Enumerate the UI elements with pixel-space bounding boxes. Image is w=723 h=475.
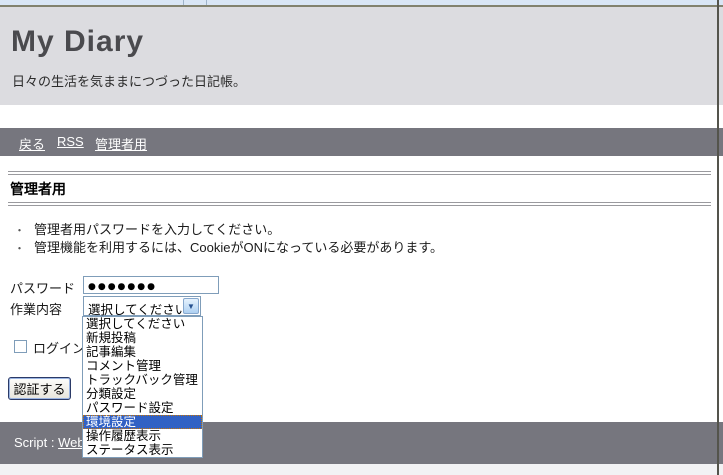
dropdown-option[interactable]: ステータス表示: [83, 443, 202, 457]
heading-rule-bottom: [8, 202, 711, 206]
note-item: ・管理者用パスワードを入力してください。: [14, 219, 280, 238]
footer-script-link[interactable]: Web: [58, 435, 85, 450]
site-subtitle: 日々の生活を気ままにつづった日記帳。: [12, 71, 246, 90]
chevron-down-icon[interactable]: ▼: [183, 298, 199, 314]
site-title: My Diary: [11, 25, 144, 59]
dropdown-option[interactable]: 操作履歴表示: [83, 429, 202, 443]
password-label: パスワード: [10, 278, 75, 297]
admin-login-page: My Diary 日々の生活を気ままにつづった日記帳。 戻る RSS 管理者用 …: [0, 0, 723, 475]
note-text: 管理機能を利用するには、CookieがONになっている必要があります。: [34, 240, 443, 255]
dropdown-option[interactable]: トラックバック管理: [83, 373, 202, 387]
dropdown-option[interactable]: 選択してください: [83, 317, 202, 331]
nav-link-admin[interactable]: 管理者用: [95, 134, 147, 153]
bottom-strip: [0, 464, 723, 475]
authenticate-button[interactable]: 認証する: [8, 377, 71, 400]
dropdown-option-highlighted[interactable]: 環境設定: [83, 415, 202, 429]
footer-prefix: Script :: [14, 435, 58, 450]
heading-rule-top: [8, 171, 711, 175]
bullet-glyph: ・: [14, 225, 25, 237]
task-select[interactable]: 選択してください ▼: [83, 296, 201, 316]
login-checkbox-label: ログイン: [33, 338, 85, 357]
nav-bar: 戻る RSS 管理者用: [0, 128, 723, 156]
page-header: My Diary 日々の生活を気ままにつづった日記帳。: [0, 7, 723, 105]
bullet-glyph: ・: [14, 243, 25, 255]
task-label: 作業内容: [10, 299, 62, 318]
dropdown-option[interactable]: 分類設定: [83, 387, 202, 401]
footer-credit: Script : Web: [14, 435, 85, 450]
section-heading: 管理者用: [10, 179, 66, 199]
dropdown-option[interactable]: パスワード設定: [83, 401, 202, 415]
dropdown-option[interactable]: コメント管理: [83, 359, 202, 373]
window-right-border: [717, 0, 719, 475]
note-item: ・管理機能を利用するには、CookieがONになっている必要があります。: [14, 237, 443, 256]
dropdown-option[interactable]: 記事編集: [83, 345, 202, 359]
nav-link-back[interactable]: 戻る: [19, 134, 45, 153]
dropdown-option[interactable]: 新規投稿: [83, 331, 202, 345]
login-checkbox[interactable]: [14, 340, 27, 353]
task-dropdown-list: 選択してください 新規投稿 記事編集 コメント管理 トラックバック管理 分類設定…: [82, 316, 203, 458]
password-input[interactable]: [83, 276, 219, 294]
nav-link-rss[interactable]: RSS: [57, 134, 84, 149]
note-text: 管理者用パスワードを入力してください。: [34, 222, 280, 237]
